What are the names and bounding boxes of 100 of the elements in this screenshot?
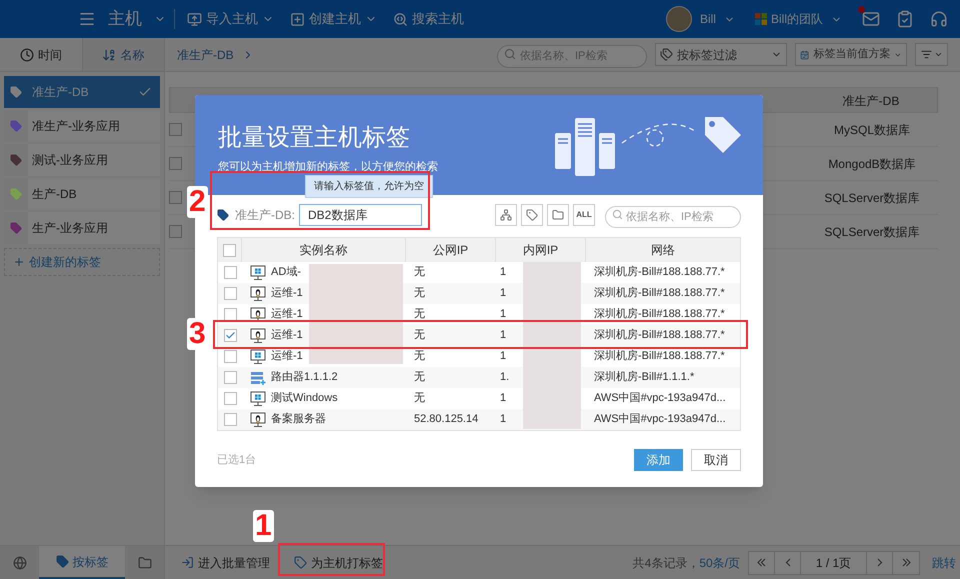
checkbox[interactable] <box>169 123 182 136</box>
view-tab[interactable] <box>125 546 164 579</box>
tag-item[interactable]: 生产-业务应用 <box>4 212 160 244</box>
tag-icon <box>56 555 68 568</box>
tag-icon <box>217 209 229 221</box>
table-cell-text: MongodB数据库 <box>827 156 917 172</box>
table-cell-text: 1 <box>499 328 508 344</box>
table-cell-text: 52.80.125.14 <box>413 412 480 428</box>
checkbox[interactable] <box>224 308 236 321</box>
tag-item[interactable]: 测试-业务应用 <box>4 144 160 176</box>
selected-count: 已选1台 <box>217 452 256 468</box>
menu-icon[interactable] <box>78 10 96 28</box>
checkbox[interactable] <box>224 371 236 384</box>
table-cell-text: 运维-1 <box>271 348 303 364</box>
double-left-icon <box>757 558 766 567</box>
table-cell-text: 运维-1 <box>271 328 303 344</box>
checkbox[interactable] <box>224 413 236 426</box>
table-cell-text: 运维-1 <box>271 286 303 302</box>
avatar[interactable] <box>666 6 692 32</box>
tag-icon <box>526 209 538 221</box>
footer-action[interactable]: 进入批量管理 <box>181 546 270 579</box>
tag-icon <box>10 86 22 98</box>
windows-monitor-icon <box>250 264 266 280</box>
sort-tab[interactable]: 名称 <box>82 38 164 71</box>
tag-icon <box>294 556 307 569</box>
tag-item[interactable]: 准生产-业务应用 <box>4 110 160 142</box>
toolbar-action[interactable]: 搜索主机 <box>393 9 464 29</box>
annotation-number: 2 <box>187 186 208 218</box>
table-cell-text: AWS中国#vpc-193a947d... <box>593 412 727 428</box>
table-cell-text: AD域- <box>271 265 301 280</box>
add-button[interactable]: 添加 <box>634 449 683 471</box>
create-tag-button[interactable]: 创建新的标签 <box>4 248 160 276</box>
table-cell-text: 深圳机房-Bill#188.188.77.* <box>593 286 726 302</box>
view-tab[interactable] <box>0 546 39 579</box>
view-tab[interactable]: 按标签 <box>39 546 125 579</box>
checkbox[interactable] <box>223 244 236 256</box>
record-count: 共4条记录， <box>632 554 700 572</box>
annotation-number: 1 <box>253 510 274 542</box>
calendar-icon <box>800 48 810 60</box>
column-header: 网络 <box>650 242 676 259</box>
checkbox[interactable] <box>169 225 182 238</box>
folder-icon <box>552 209 564 221</box>
all-button[interactable]: ALL <box>573 204 595 226</box>
headset-icon[interactable] <box>930 10 948 28</box>
team-menu[interactable]: Bill的团队 <box>770 10 842 28</box>
table-cell-text: 测试Windows <box>271 391 338 406</box>
user-menu[interactable]: Bill <box>700 10 735 28</box>
clipboard-icon[interactable] <box>896 10 914 28</box>
folder-button[interactable] <box>547 204 569 226</box>
table-cell-text: 1 <box>499 307 508 322</box>
sort-button[interactable] <box>915 43 948 66</box>
table-cell-text: 路由器1.1.1.2 <box>271 370 338 386</box>
scheme-select[interactable]: 标签当前值方案 <box>795 43 907 66</box>
checkbox[interactable] <box>224 287 236 300</box>
module-title[interactable]: 主机 <box>108 6 142 32</box>
footer-action[interactable]: 为主机打标签 <box>294 546 383 579</box>
checkbox[interactable] <box>169 191 182 204</box>
tag-icon <box>660 48 673 61</box>
checkbox[interactable] <box>224 266 236 279</box>
cancel-button[interactable]: 取消 <box>691 449 741 471</box>
table-cell-text: 备案服务器 <box>271 412 326 428</box>
table-cell-text: 深圳机房-Bill#188.188.77.* <box>593 306 726 322</box>
toolbar-action[interactable]: 创建主机 <box>290 9 377 29</box>
table-cell-text: 无 <box>413 370 426 386</box>
search-icon <box>612 209 623 220</box>
table-cell-text: 无 <box>413 307 426 322</box>
page-indicator: 1 / 1页 <box>801 552 867 574</box>
table-cell-text: 深圳机房-Bill#1.1.1.* <box>593 370 696 386</box>
jump-link[interactable]: 跳转 <box>932 554 956 572</box>
right-icon <box>876 558 882 567</box>
breadcrumb[interactable]: 准生产-DB <box>177 46 234 64</box>
hierarchy-icon <box>500 209 512 221</box>
checkbox[interactable] <box>224 392 236 405</box>
tag-item[interactable]: 生产-DB <box>4 178 160 210</box>
checkbox[interactable] <box>224 329 236 342</box>
table-cell-text: 深圳机房-Bill#188.188.77.* <box>593 264 726 280</box>
search-icon <box>393 12 408 26</box>
table-cell-text: 1 <box>499 286 508 302</box>
table-cell-text: MySQL数据库 <box>832 122 911 138</box>
column-header: 准生产-DB <box>842 93 900 110</box>
table-cell-text: SQLServer数据库 <box>823 224 921 240</box>
sort-icon <box>920 49 932 60</box>
monitor-icon <box>187 12 202 26</box>
page-size-link[interactable]: 50条/页 <box>699 554 740 572</box>
toolbar-action[interactable]: 导入主机 <box>187 9 274 29</box>
tag-name-label: 准生产-DB: <box>235 207 295 224</box>
dialog-search-field[interactable]: 依据名称、IP检索 <box>605 206 741 228</box>
tag-value-input[interactable]: DB2数据库 <box>299 204 422 226</box>
dialog-title: 批量设置主机标签 <box>218 123 411 153</box>
windows-monitor-icon <box>250 348 266 364</box>
table-cell-text: 1 <box>499 265 508 280</box>
checkbox[interactable] <box>224 350 236 363</box>
hierarchy-button[interactable] <box>495 204 517 226</box>
windows-monitor-icon <box>250 390 266 406</box>
checkbox[interactable] <box>169 157 182 170</box>
tag-filter-button[interactable] <box>521 204 543 226</box>
tag-filter-select[interactable]: 按标签过滤 <box>655 43 787 66</box>
tag-item[interactable]: 准生产-DB <box>4 76 160 108</box>
folder-icon <box>138 556 152 570</box>
table-cell-text: 深圳机房-Bill#188.188.77.* <box>593 328 726 344</box>
